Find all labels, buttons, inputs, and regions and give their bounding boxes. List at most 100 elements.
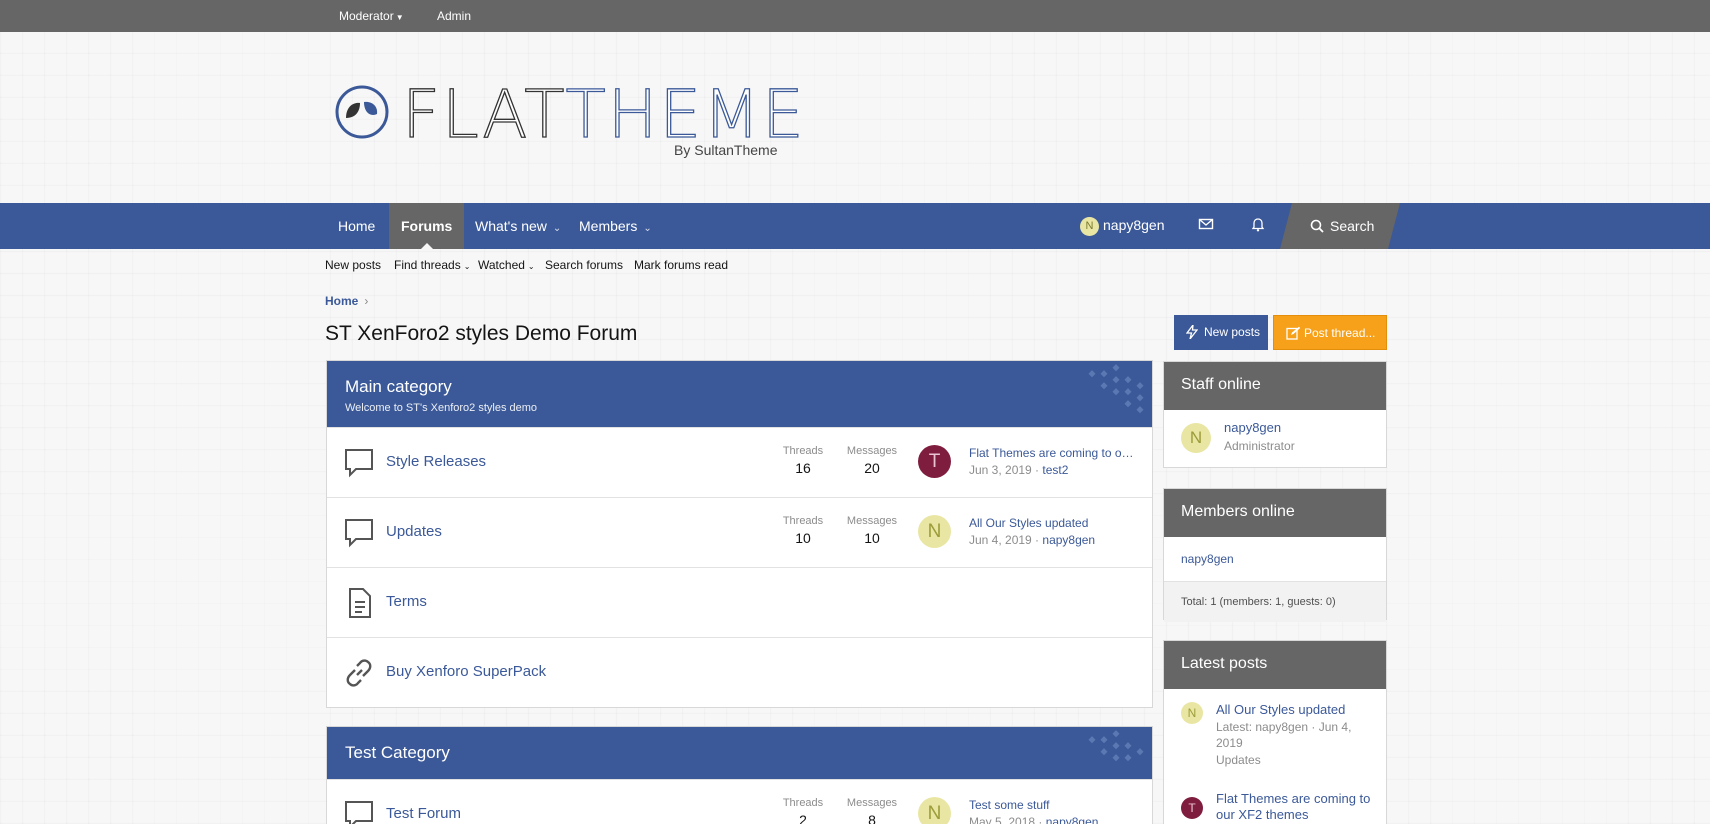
subnav-search-forums[interactable]: Search forums <box>545 258 623 272</box>
latest-post-text: All Our Styles updated Latest: napy8gen … <box>1216 702 1371 768</box>
breadcrumb-home[interactable]: Home <box>325 294 358 308</box>
logo-flat-text: FLAT <box>401 76 566 153</box>
tab-whats-new[interactable]: What's new ⌄ <box>463 203 573 249</box>
category-header: Main category Welcome to ST's Xenforo2 s… <box>327 361 1152 427</box>
threads-label: Threads <box>782 797 824 809</box>
latest-thread-link[interactable]: Flat Themes are coming to our XF2 themes <box>969 446 1134 460</box>
inbox-icon[interactable] <box>1198 216 1214 237</box>
forum-node-row: Updates Threads 10 Messages 10 N All Our S… <box>327 497 1152 567</box>
site-logo[interactable]: FLATTHEME By SultanTheme <box>334 81 804 164</box>
threads-label: Threads <box>782 515 824 527</box>
threads-count: 16 <box>795 460 811 476</box>
tab-members-label: Members <box>579 218 638 234</box>
latest-post-title[interactable]: All Our Styles updated <box>1216 702 1371 718</box>
tab-home[interactable]: Home <box>326 203 387 249</box>
members-online-title[interactable]: Members online <box>1164 489 1386 537</box>
category-title[interactable]: Test Category <box>345 743 1134 763</box>
avatar[interactable]: T <box>1181 797 1203 819</box>
logo-byline: By SultanTheme <box>674 142 778 158</box>
avatar: N <box>1080 217 1099 236</box>
dots-pattern-icon <box>1088 364 1144 414</box>
nav-username: napy8gen <box>1103 217 1165 234</box>
search-icon <box>1310 219 1324 233</box>
latest-date[interactable]: May 5, 2018 <box>969 815 1035 824</box>
dots-pattern-icon <box>1088 730 1144 762</box>
latest-posts-title[interactable]: Latest posts <box>1164 641 1386 689</box>
moderator-menu[interactable]: Moderator ▼ <box>339 9 404 23</box>
subnav-mark-read[interactable]: Mark forums read <box>634 258 728 272</box>
logo-emblem-icon <box>335 85 389 139</box>
search-label: Search <box>1330 218 1375 234</box>
latest-post-title[interactable]: Flat Themes are coming to our XF2 themes <box>1216 791 1371 823</box>
latest-post: All Our Styles updated Jun 4, 2019 · nap… <box>969 516 1134 547</box>
edit-icon <box>1286 326 1301 340</box>
chevron-down-icon: ⌄ <box>463 262 471 271</box>
staff-username[interactable]: napy8gen <box>1224 420 1281 435</box>
list-item: T Flat Themes are coming to our XF2 them… <box>1181 791 1371 823</box>
latest-thread-link[interactable]: All Our Styles updated <box>969 516 1134 530</box>
latest-date[interactable]: Jun 4, 2019 <box>969 533 1032 547</box>
avatar[interactable]: N <box>1181 702 1203 724</box>
latest-post-text: Flat Themes are coming to our XF2 themes <box>1216 791 1371 823</box>
latest-post-forum[interactable]: Updates <box>1216 752 1371 768</box>
search-button[interactable]: Search <box>1280 203 1400 249</box>
category-description: Welcome to ST's Xenforo2 styles demo <box>345 402 538 414</box>
chat-bubble-icon <box>345 519 373 548</box>
forum-node-row: Style Releases Threads 16 Messages 20 T Fl… <box>327 427 1152 497</box>
avatar[interactable]: N <box>918 797 951 824</box>
latest-posts-block: Latest posts N All Our Styles updated La… <box>1163 640 1387 824</box>
members-online-block: Members online napy8gen Total: 1 (member… <box>1163 488 1387 622</box>
breadcrumb: Home › <box>325 294 368 308</box>
latest-meta: Jun 4, 2019 · napy8gen <box>969 533 1096 547</box>
threads-stat: Threads 16 <box>773 445 833 476</box>
latest-thread-link[interactable]: Test some stuff <box>969 798 1134 812</box>
tab-members[interactable]: Members ⌄ <box>567 203 664 249</box>
post-thread-button[interactable]: Post thread... <box>1273 315 1387 350</box>
subnav-new-posts[interactable]: New posts <box>325 258 381 272</box>
subnav-watched[interactable]: Watched ⌄ <box>478 258 535 272</box>
staff-bar: Moderator ▼ Admin <box>0 0 1710 32</box>
staff-online-block: Staff online N napy8gen Administrator <box>1163 361 1387 468</box>
latest-meta: Jun 3, 2019 · test2 <box>969 463 1069 477</box>
tab-forums[interactable]: Forums <box>389 203 465 249</box>
subnav-find-threads[interactable]: Find threads ⌄ <box>394 258 470 272</box>
category-title[interactable]: Main category <box>345 377 1134 397</box>
messages-count: 20 <box>864 460 880 476</box>
messages-stat: Messages 10 <box>842 515 902 546</box>
forum-title-style-releases[interactable]: Style Releases <box>386 453 486 470</box>
avatar[interactable]: T <box>918 445 951 478</box>
chevron-down-icon[interactable]: ⌄ <box>643 223 651 234</box>
new-posts-button[interactable]: New posts <box>1174 315 1268 350</box>
messages-count: 8 <box>868 812 876 824</box>
chevron-right-icon: › <box>364 294 369 308</box>
category-header: Test Category <box>327 727 1152 779</box>
online-member[interactable]: napy8gen <box>1164 537 1386 581</box>
post-thread-label: Post thread... <box>1304 326 1376 340</box>
tab-forums-label: Forums <box>401 218 453 234</box>
document-icon <box>349 588 371 618</box>
latest-post-meta: Latest: napy8gen · Jun 4, 2019 <box>1216 720 1352 750</box>
bell-icon[interactable] <box>1250 216 1266 237</box>
link-title-superpack[interactable]: Buy Xenforo SuperPack <box>386 663 546 680</box>
threads-stat: Threads 2 <box>773 797 833 824</box>
latest-user[interactable]: napy8gen <box>1046 815 1099 824</box>
latest-date[interactable]: Jun 3, 2019 <box>969 463 1032 477</box>
latest-user[interactable]: test2 <box>1042 463 1068 477</box>
avatar[interactable]: N <box>1181 423 1211 453</box>
forum-title-updates[interactable]: Updates <box>386 523 442 540</box>
bolt-icon <box>1186 325 1198 339</box>
chevron-down-icon[interactable]: ⌄ <box>553 223 561 234</box>
list-item: N All Our Styles updated Latest: napy8ge… <box>1181 702 1371 768</box>
chat-bubble-icon <box>345 449 373 478</box>
admin-link[interactable]: Admin <box>437 9 471 23</box>
staff-online-title[interactable]: Staff online <box>1164 362 1386 410</box>
forum-title-test-forum[interactable]: Test Forum <box>386 805 461 822</box>
online-total: Total: 1 (members: 1, guests: 0) <box>1164 581 1386 622</box>
new-posts-label: New posts <box>1204 325 1261 339</box>
latest-user[interactable]: napy8gen <box>1042 533 1095 547</box>
messages-stat: Messages 20 <box>842 445 902 476</box>
account-menu[interactable]: Nnapy8gen <box>1080 217 1165 236</box>
page-title-terms[interactable]: Terms <box>386 593 427 610</box>
staff-role: Administrator <box>1224 439 1295 453</box>
avatar[interactable]: N <box>918 515 951 548</box>
